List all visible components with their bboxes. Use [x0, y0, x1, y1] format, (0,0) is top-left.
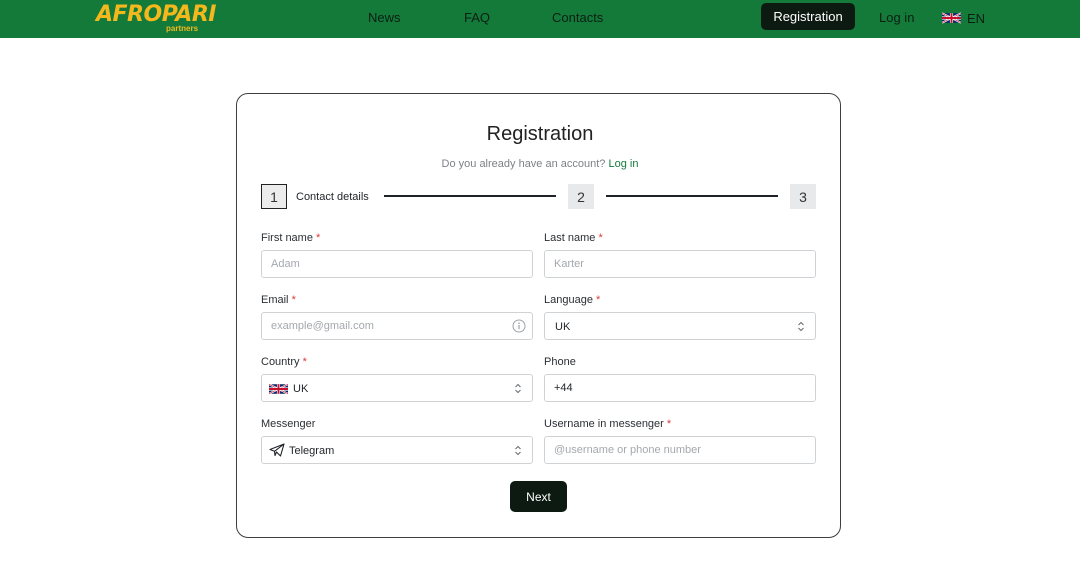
username-label-text: Username in messenger [544, 418, 664, 430]
country-label: Country * [261, 355, 307, 369]
email-label-text: Email [261, 294, 289, 306]
phone-label: Phone [544, 355, 576, 369]
email-field[interactable] [261, 312, 533, 340]
page-title: Registration [486, 123, 594, 145]
chevron-updown-icon [515, 383, 521, 394]
uk-flag-icon [269, 383, 288, 395]
step-connector-1 [384, 195, 556, 197]
first-name-field[interactable] [261, 250, 533, 278]
country-label-text: Country [261, 356, 300, 368]
card-login-link[interactable]: Log in [608, 158, 638, 170]
phone-label-text: Phone [544, 356, 576, 368]
step-1-label: Contact details [296, 191, 369, 203]
first-name-label-text: First name [261, 232, 313, 244]
first-name-input[interactable] [262, 251, 532, 277]
required-marker: * [598, 232, 603, 244]
step-1-indicator: 1 [261, 184, 287, 209]
login-link[interactable]: Log in [879, 10, 914, 26]
required-marker: * [316, 232, 321, 244]
country-select[interactable]: UK [261, 374, 533, 402]
paper-plane-icon [269, 443, 285, 457]
required-marker: * [666, 418, 672, 430]
username-label: Username in messenger * [544, 417, 671, 431]
language-label-text: Language [544, 294, 593, 306]
username-field[interactable] [544, 436, 816, 464]
login-prompt: Do you already have an account? Log in [0, 157, 1080, 171]
next-button[interactable]: Next [510, 481, 567, 512]
phone-field[interactable] [544, 374, 816, 402]
info-icon[interactable] [512, 319, 526, 333]
nav-news-link[interactable]: News [368, 10, 401, 26]
chevron-updown-icon [798, 321, 804, 332]
step-2-indicator: 2 [568, 184, 594, 209]
required-marker: * [596, 294, 601, 306]
uk-flag-icon [942, 12, 961, 24]
language-label: Language * [544, 293, 600, 307]
email-input[interactable] [262, 313, 532, 339]
language-code: EN [967, 10, 986, 26]
email-label: Email * [261, 293, 296, 307]
registration-button[interactable]: Registration [761, 3, 855, 30]
messenger-select[interactable]: Telegram [261, 436, 533, 464]
step-3-indicator: 3 [790, 184, 816, 209]
last-name-input[interactable] [545, 251, 815, 277]
last-name-label-text: Last name [544, 232, 596, 244]
country-selected-value: UK [293, 383, 309, 395]
required-marker: * [291, 294, 296, 306]
login-prompt-text: Do you already have an account? [441, 158, 606, 170]
nav-contacts-link[interactable]: Contacts [552, 10, 603, 26]
first-name-label: First name * [261, 231, 320, 245]
language-selected-value: UK [555, 321, 571, 333]
afropari-partners-logo[interactable]: AFROPARI partners [96, 2, 216, 34]
last-name-label: Last name * [544, 231, 603, 245]
phone-input[interactable] [545, 375, 815, 401]
last-name-field[interactable] [544, 250, 816, 278]
nav-faq-link[interactable]: FAQ [464, 10, 490, 26]
logo-subtext: partners [166, 24, 199, 33]
messenger-selected-value: Telegram [289, 445, 335, 457]
top-navigation-bar: AFROPARI partners News FAQ Contacts Regi… [0, 0, 1080, 38]
messenger-label: Messenger [261, 417, 315, 431]
chevron-updown-icon [515, 445, 521, 456]
required-marker: * [302, 356, 307, 368]
step-connector-2 [606, 195, 778, 197]
language-switcher[interactable]: EN [942, 10, 985, 26]
messenger-label-text: Messenger [261, 418, 316, 430]
username-input[interactable] [545, 437, 815, 463]
language-select[interactable]: UK [544, 312, 816, 340]
